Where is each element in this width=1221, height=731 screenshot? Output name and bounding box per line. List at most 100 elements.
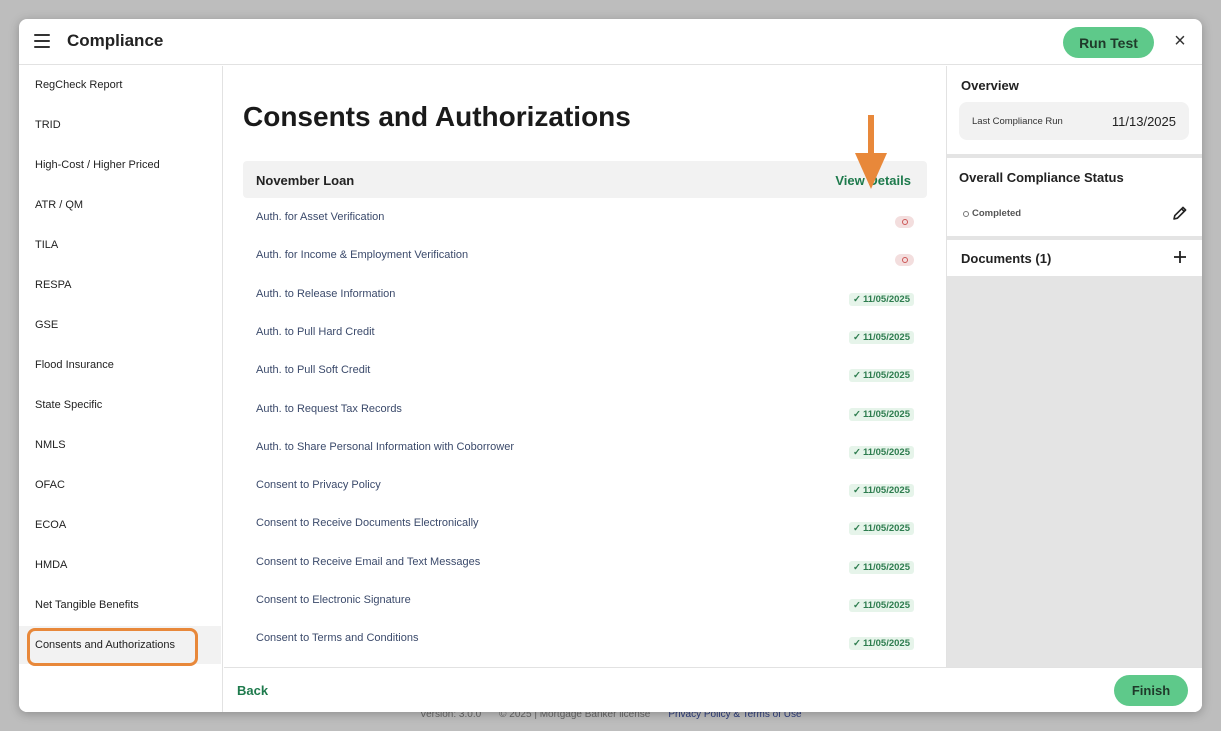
check-icon: ✓ (853, 370, 861, 382)
right-panel: Overview Last Compliance Run 11/13/2025 … (946, 66, 1202, 667)
status-badge: ✓ 11/05/2025 (849, 484, 914, 498)
consent-date: 11/05/2025 (862, 331, 910, 343)
status-ring-icon (963, 210, 969, 217)
check-icon: ✓ (853, 523, 861, 535)
view-details-link[interactable]: View Details (835, 173, 911, 188)
consent-date: 11/05/2025 (862, 293, 910, 305)
sidebar-item-trid[interactable]: TRID (19, 106, 221, 144)
sidebar-item-hmda[interactable]: HMDA (19, 546, 221, 584)
sidebar-item-high-cost[interactable]: High-Cost / Higher Priced (19, 146, 221, 184)
sidebar-item-consents-and-authorizations[interactable]: Consents and Authorizations (19, 626, 221, 664)
consent-label: Auth. to Pull Hard Credit (256, 325, 375, 338)
pending-status-icon (895, 216, 914, 228)
check-icon: ✓ (853, 446, 861, 458)
pencil-icon[interactable] (1171, 204, 1189, 222)
status-badge: ✓ 11/05/2025 (849, 330, 914, 344)
consent-label: Consent to Electronic Signature (256, 594, 411, 606)
pending-status-icon (895, 254, 914, 267)
last-run-label: Last Compliance Run (972, 116, 1063, 127)
status-badge: ✓ 11/05/2025 (849, 407, 914, 421)
consent-label: Auth. for Asset Verification (256, 211, 385, 223)
close-icon[interactable]: × (1170, 31, 1190, 51)
status-badge: ✓ 11/05/2025 (849, 369, 914, 383)
status-badge: ✓ 11/05/2025 (849, 599, 914, 612)
back-button[interactable]: Back (237, 683, 268, 698)
consent-label: Consent to Terms and Conditions (256, 632, 419, 645)
sidebar-item-respa[interactable]: RESPA (19, 266, 221, 304)
overview-title: Overview (961, 78, 1019, 93)
status-badge: ✓ 11/05/2025 (849, 637, 914, 651)
status-badge: ✓ 11/05/2025 (849, 445, 914, 459)
list-item: Consent to Terms and Conditions ✓ 11/05/20… (243, 620, 927, 658)
check-icon: ✓ (853, 561, 861, 573)
list-item: Consent to Electronic Signature ✓ 11/05/20… (243, 582, 927, 620)
finish-button[interactable]: Finish (1114, 675, 1188, 706)
list-item: Auth. to Share Personal Information with… (243, 429, 927, 467)
list-item: Consent to Privacy Policy ✓ 11/05/2025 (243, 467, 927, 505)
consent-label: Consent to Receive Documents Electronica… (256, 517, 479, 530)
loan-name: November Loan (256, 173, 355, 188)
consent-label: Auth. for Income & Employment Verificati… (256, 249, 469, 262)
list-item: Auth. for Income & Employment Verificati… (243, 237, 927, 275)
page-title: Consents and Authorizations (243, 101, 631, 132)
documents-title: Documents (1) (961, 251, 1052, 266)
consent-date: 11/05/2025 (862, 408, 910, 420)
consent-date: 11/05/2025 (862, 523, 910, 535)
consent-date: 11/05/2025 (862, 370, 910, 382)
consent-label: Auth. to Pull Soft Credit (256, 364, 371, 377)
documents-section: Documents (1) (947, 240, 1202, 276)
status-badge: ✓ 11/05/2025 (849, 292, 914, 306)
sidebar-item-atr-qm[interactable]: ATR / QM (19, 186, 221, 224)
check-icon: ✓ (853, 600, 861, 611)
status-value: Completed (972, 208, 1022, 219)
consent-date: 11/05/2025 (862, 600, 910, 611)
consent-date: 11/05/2025 (862, 446, 910, 458)
compliance-status-section: Overall Compliance Status Completed (947, 158, 1202, 236)
check-icon: ✓ (853, 331, 861, 343)
status-badge: Completed (963, 208, 1021, 219)
compliance-modal: Compliance Run Test × RegCheck Report TR… (19, 19, 1202, 712)
sidebar-item-nmls[interactable]: NMLS (19, 426, 221, 464)
status-title: Overall Compliance Status (959, 170, 1124, 185)
consent-label: Consent to Receive Email and Text Messag… (256, 555, 481, 568)
sidebar-item-gse[interactable]: GSE (19, 306, 221, 344)
sidebar-item-regcheck-report[interactable]: RegCheck Report (19, 66, 221, 104)
loan-header: November Loan View Details (243, 161, 927, 198)
check-icon: ✓ (853, 485, 861, 497)
check-icon: ✓ (853, 638, 861, 650)
list-item: Auth. for Asset Verification (243, 199, 927, 237)
list-item: Auth. to Pull Hard Credit ✓ 11/05/2025 (243, 314, 927, 352)
run-test-button[interactable]: Run Test (1063, 27, 1154, 58)
consent-date: 11/05/2025 (862, 638, 910, 650)
consent-date: 11/05/2025 (862, 485, 910, 497)
sidebar-item-tila[interactable]: TILA (19, 226, 221, 264)
sidebar-item-state-specific[interactable]: State Specific (19, 386, 221, 424)
check-icon: ✓ (853, 293, 861, 305)
sidebar-item-ecoa[interactable]: ECOA (19, 506, 221, 544)
last-compliance-run-card: Last Compliance Run 11/13/2025 (959, 102, 1189, 140)
modal-footer: Back Finish (224, 667, 1202, 712)
status-badge: ✓ 11/05/2025 (849, 522, 914, 536)
list-item: Auth. to Release Information ✓ 11/05/2025 (243, 276, 927, 314)
consent-label: Consent to Privacy Policy (256, 479, 381, 492)
sidebar: RegCheck Report TRID High-Cost / Higher … (19, 66, 223, 712)
list-item: Consent to Receive Documents Electronica… (243, 505, 927, 543)
modal-title: Compliance (67, 31, 164, 50)
list-item: Auth. to Pull Soft Credit ✓ 11/05/2025 (243, 352, 927, 390)
main-content: Consents and Authorizations November Loa… (224, 66, 946, 666)
menu-icon[interactable] (34, 34, 50, 48)
consent-label: Auth. to Release Information (256, 287, 396, 300)
overview-section: Overview Last Compliance Run 11/13/2025 (947, 66, 1202, 154)
check-icon: ✓ (853, 408, 861, 420)
sidebar-item-ofac[interactable]: OFAC (19, 466, 221, 504)
plus-icon[interactable] (1172, 249, 1188, 265)
sidebar-item-flood-insurance[interactable]: Flood Insurance (19, 346, 221, 384)
list-item: Consent to Receive Email and Text Messag… (243, 544, 927, 582)
status-badge: ✓ 11/05/2025 (849, 560, 914, 574)
sidebar-item-net-tangible-benefits[interactable]: Net Tangible Benefits (19, 586, 221, 624)
consent-date: 11/05/2025 (862, 561, 910, 573)
consent-label: Auth. to Share Personal Information with… (256, 440, 515, 453)
list-item: Auth. to Request Tax Records ✓ 11/05/2025 (243, 391, 927, 429)
consent-label: Auth. to Request Tax Records (256, 402, 402, 415)
last-run-value: 11/13/2025 (1111, 114, 1176, 129)
